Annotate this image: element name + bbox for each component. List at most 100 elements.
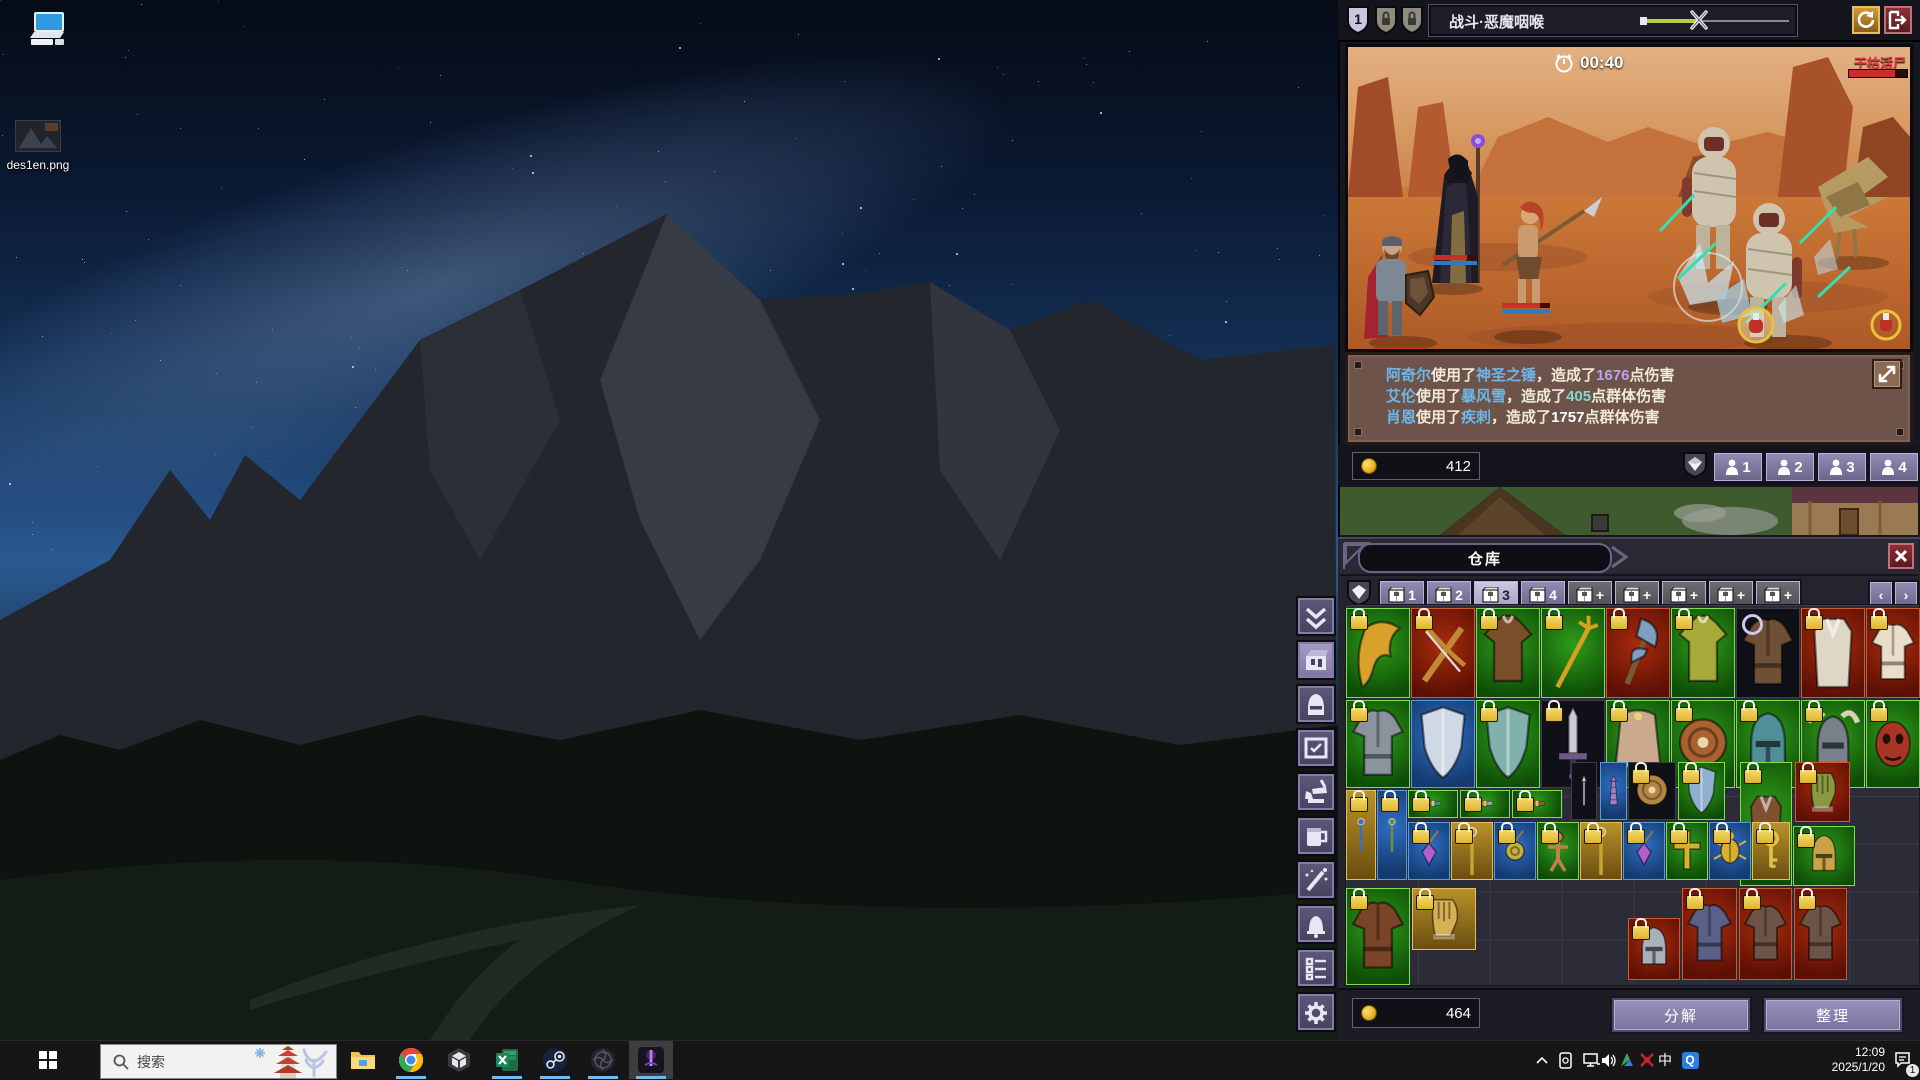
taskbar-app-chrome[interactable]	[389, 1041, 433, 1079]
item-arcane-tower[interactable]	[1600, 762, 1627, 820]
taskbar-app-game-dark[interactable]	[581, 1041, 625, 1079]
log-segment: ，造成了	[1506, 388, 1566, 405]
item-navy-plate[interactable]	[1682, 888, 1737, 980]
item-gold-wand[interactable]	[1451, 822, 1493, 880]
sidebar-button-settings[interactable]	[1296, 992, 1336, 1032]
item-gold-wand-2[interactable]	[1580, 822, 1622, 880]
item-ember-chest[interactable]	[1346, 888, 1410, 985]
lock-badge	[1545, 707, 1563, 722]
battle-log-lines: 阿奇尔使用了神圣之锤，造成了1676点伤害艾伦使用了暴风雪，造成了405点群体伤…	[1386, 365, 1846, 428]
tray-input-q-icon[interactable]: Q	[1676, 1041, 1704, 1079]
crossed-swords-slider-handle[interactable]	[1689, 9, 1711, 33]
item-medallion[interactable]	[1494, 822, 1536, 880]
item-white-robe[interactable]	[1801, 608, 1865, 698]
tray-chevron-up[interactable]	[1530, 1041, 1554, 1079]
taskbar-app-unity[interactable]	[437, 1041, 481, 1079]
item-dark-spear[interactable]	[1571, 762, 1597, 820]
sidebar-button-enchant[interactable]	[1296, 860, 1336, 900]
item-gold-key[interactable]	[1752, 822, 1790, 880]
tray-phone-link-icon[interactable]	[1552, 1041, 1578, 1079]
lock-badge	[1870, 615, 1888, 630]
log-segment: 点群体伤害	[1584, 409, 1659, 426]
gem-squad-button[interactable]	[1682, 451, 1708, 479]
screen: des1en.png 1 战斗·恶魔咽喉	[0, 0, 1920, 1080]
restart-battle-button[interactable]	[1852, 6, 1880, 34]
item-blue-staff[interactable]	[1346, 790, 1376, 880]
tray-ime-icon[interactable]: 中	[1652, 1041, 1678, 1079]
lock-badge	[1516, 797, 1534, 812]
item-teal-shield[interactable]	[1476, 700, 1540, 788]
log-segment: 暴风雪	[1461, 388, 1506, 405]
lock-badge	[1610, 707, 1628, 722]
taskbar-app-game-purple[interactable]	[629, 1041, 673, 1079]
sidebar-button-bell[interactable]	[1296, 904, 1336, 944]
sidebar-button-collapse[interactable]	[1296, 596, 1336, 636]
item-golden-trident[interactable]	[1541, 608, 1605, 698]
item-gladiator-helm[interactable]	[1628, 918, 1680, 980]
squad-button-4[interactable]: 4	[1868, 451, 1920, 483]
sidebar-button-forge[interactable]	[1296, 772, 1336, 812]
round-counter-value: 1	[1354, 11, 1362, 27]
desktop-icon-this-pc[interactable]	[10, 8, 86, 55]
image-thumbnail	[15, 120, 61, 152]
item-kite-shield[interactable]	[1678, 762, 1725, 820]
notification-center-icon[interactable]: 1	[1888, 1041, 1920, 1079]
item-crossbow[interactable]	[1411, 608, 1475, 698]
item-silver-shield[interactable]	[1411, 700, 1475, 788]
item-demon-mask[interactable]	[1866, 700, 1920, 788]
log-segment: 1757	[1551, 409, 1584, 426]
squad-button-2[interactable]: 2	[1764, 451, 1816, 483]
item-brown-tunic[interactable]	[1476, 608, 1540, 698]
item-gold-beetle[interactable]	[1709, 822, 1751, 880]
item-green-staff[interactable]	[1377, 790, 1407, 880]
exit-battle-button[interactable]	[1884, 6, 1912, 34]
warehouse-title-tab[interactable]: 仓库	[1358, 543, 1612, 573]
squad-button-1[interactable]: 1	[1712, 451, 1764, 483]
item-purple-amulet[interactable]	[1408, 822, 1450, 880]
start-button[interactable]	[26, 1041, 70, 1079]
item-leather-vest-2[interactable]	[1794, 888, 1847, 980]
decompose-button[interactable]: 分解	[1610, 996, 1752, 1034]
item-leather-vest[interactable]	[1739, 888, 1792, 980]
taskbar-app-excel[interactable]	[485, 1041, 529, 1079]
item-green-garb[interactable]	[1671, 608, 1735, 698]
taskbar-app-steam[interactable]	[533, 1041, 577, 1079]
item-gilded-plate[interactable]	[1866, 608, 1920, 698]
item-crusader-helm[interactable]	[1793, 826, 1855, 886]
running-indicator	[396, 1076, 426, 1079]
sidebar-button-hero[interactable]	[1296, 684, 1336, 724]
lock-badge	[1350, 797, 1368, 812]
taskbar-app-explorer[interactable]	[341, 1041, 385, 1079]
item-bronze-round-shield[interactable]	[1628, 762, 1676, 820]
lock-badge	[1350, 615, 1368, 630]
expand-log-button[interactable]	[1872, 359, 1902, 389]
tray-clock[interactable]: 12:09 2025/1/20	[1790, 1045, 1885, 1075]
tab-label: +	[1690, 587, 1698, 603]
sort-button[interactable]: 整理	[1762, 996, 1904, 1034]
close-warehouse-button[interactable]	[1888, 543, 1914, 569]
item-voodoo-doll[interactable]	[1537, 822, 1579, 880]
forge-icon	[1299, 775, 1333, 809]
gem-storage-tab[interactable]	[1346, 579, 1372, 607]
sidebar-button-warehouse[interactable]	[1296, 640, 1336, 680]
sidebar-button-tavern[interactable]	[1296, 816, 1336, 856]
item-gold-cross[interactable]	[1666, 822, 1708, 880]
item-gray-plate[interactable]	[1346, 700, 1410, 788]
item-frost-axe[interactable]	[1606, 608, 1670, 698]
item-golden-cape[interactable]	[1346, 608, 1410, 698]
sidebar-button-quests[interactable]	[1296, 948, 1336, 988]
item-leather-chest[interactable]	[1736, 608, 1800, 698]
item-brown-belt[interactable]	[1512, 790, 1562, 818]
item-teal-belt[interactable]	[1408, 790, 1458, 818]
item-green-gauntlets[interactable]	[1795, 762, 1850, 822]
sidebar-button-board[interactable]	[1296, 728, 1336, 768]
item-purple-amulet-2[interactable]	[1623, 822, 1665, 880]
taskbar-search-box[interactable]: 搜索	[100, 1044, 337, 1079]
gold-coin-icon	[1361, 458, 1377, 474]
battle-title-panel: 战斗·恶魔咽喉	[1428, 4, 1798, 37]
item-silver-belt[interactable]	[1460, 790, 1510, 818]
desktop-icon-image-file[interactable]: des1en.png	[0, 120, 76, 172]
lock-badge	[1682, 769, 1700, 784]
item-gold-gauntlets[interactable]	[1412, 888, 1476, 950]
squad-button-3[interactable]: 3	[1816, 451, 1868, 483]
